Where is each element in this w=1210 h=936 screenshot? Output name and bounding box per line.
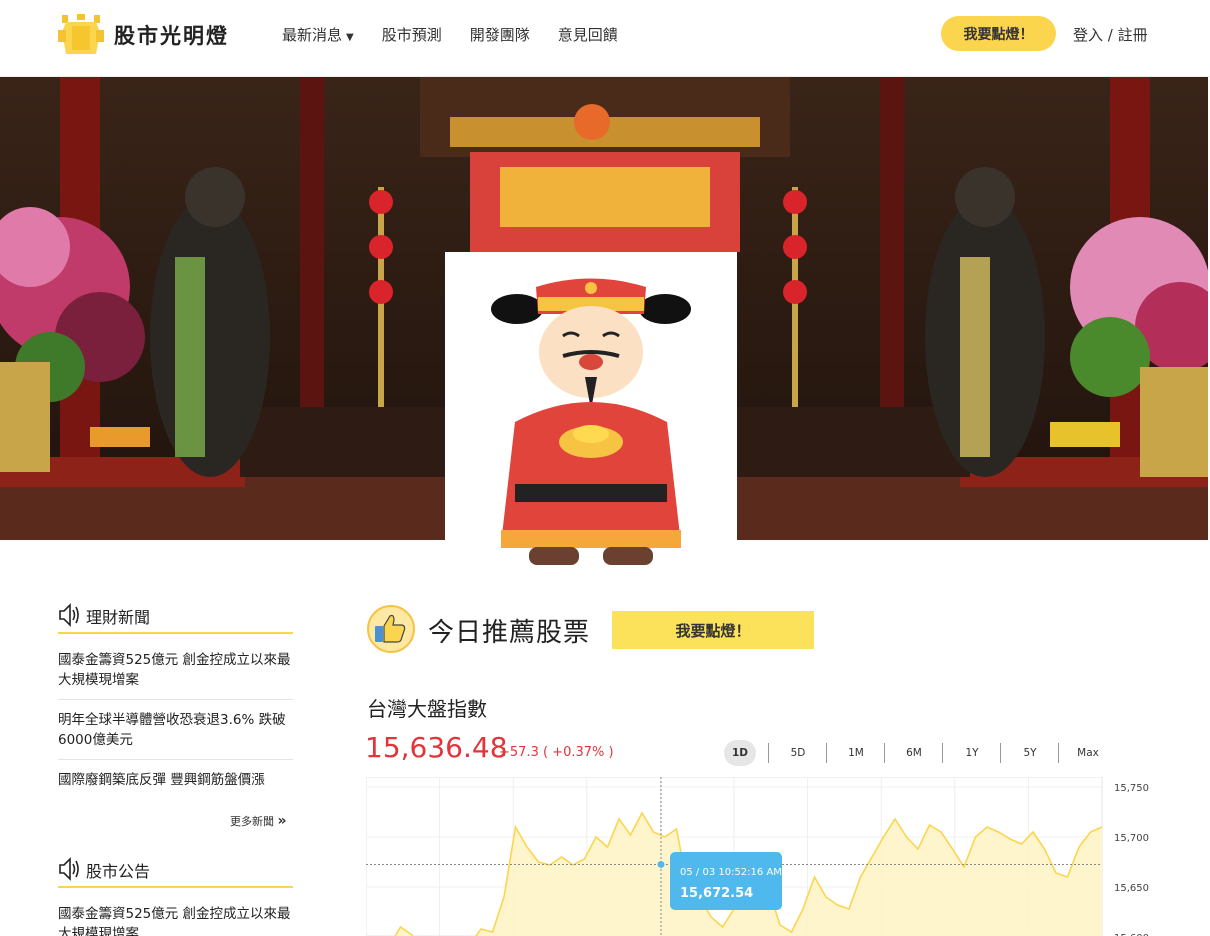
index-change: +57.3 ( +0.37% ) xyxy=(499,745,614,760)
section-title: 股市公告 xyxy=(86,862,151,881)
index-value: 15,636.48 xyxy=(365,731,508,764)
section-title: 理財新聞 xyxy=(86,608,151,627)
divider xyxy=(768,743,769,763)
hover-point xyxy=(657,860,665,868)
y-tick-label: 15,700 xyxy=(1114,833,1149,844)
main-nav: 最新消息 ▼ 股市預測 開發團隊 意見回饋 xyxy=(282,24,618,45)
divider xyxy=(826,743,827,763)
range-1m[interactable]: 1M xyxy=(840,740,872,766)
announcements-header: 股市公告 xyxy=(58,852,293,888)
divider xyxy=(1000,743,1001,763)
thumbs-up-badge-icon xyxy=(367,605,415,653)
range-max[interactable]: Max xyxy=(1072,740,1104,766)
more-news-label: 更多新聞 xyxy=(230,815,274,828)
god-of-wealth-mascot-icon xyxy=(491,278,691,565)
news-item[interactable]: 國際廢鋼築底反彈 豐興鋼筋盤價漲 xyxy=(58,770,293,790)
lantern-logo-icon[interactable] xyxy=(58,12,104,56)
range-1y[interactable]: 1Y xyxy=(956,740,988,766)
top-header: 股市光明燈 最新消息 ▼ 股市預測 開發團隊 意見回饋 我要點燈！ 登入 / 註冊 xyxy=(0,0,1210,77)
nav-item-stock-prediction[interactable]: 股市預測 xyxy=(382,24,442,45)
divider xyxy=(58,759,293,760)
divider xyxy=(58,699,293,700)
caret-down-icon: ▼ xyxy=(346,32,354,43)
range-5d[interactable]: 5D xyxy=(782,740,814,766)
tooltip-value: 15,672.54 xyxy=(680,886,753,901)
range-1d[interactable]: 1D xyxy=(724,740,756,766)
range-6m[interactable]: 6M xyxy=(898,740,930,766)
brand-name[interactable]: 股市光明燈 xyxy=(114,20,229,50)
news-item[interactable]: 國泰金籌資525億元 創金控成立以來最大規模現增案 xyxy=(58,650,293,690)
nav-label: 最新消息 xyxy=(282,26,343,44)
divider xyxy=(942,743,943,763)
y-tick-label: 15,650 xyxy=(1114,883,1149,894)
login-register-link[interactable]: 登入 / 註冊 xyxy=(1073,24,1148,45)
nav-item-dev-team[interactable]: 開發團隊 xyxy=(470,24,530,45)
finance-news-header: 理財新聞 xyxy=(58,598,293,634)
announcement-item[interactable]: 國泰金籌資525億元 創金控成立以來最大規模現增案 xyxy=(58,904,293,936)
double-chevron-right-icon: » xyxy=(277,813,287,829)
divider xyxy=(1058,743,1059,763)
light-lamp-button[interactable]: 我要點燈！ xyxy=(941,16,1056,51)
god-of-wealth-card xyxy=(445,252,737,570)
range-5y[interactable]: 5Y xyxy=(1014,740,1046,766)
nav-item-feedback[interactable]: 意見回饋 xyxy=(558,24,618,45)
tooltip-box xyxy=(670,852,782,910)
tooltip-time: 05 / 03 10:52:16 AM xyxy=(680,867,782,878)
y-tick-label: 15,750 xyxy=(1114,783,1149,794)
speaker-icon xyxy=(59,603,79,627)
time-range-selector: 1D 5D 1M 6M 1Y 5Y Max xyxy=(724,740,1106,766)
recommend-title: 今日推薦股票 xyxy=(428,618,591,648)
index-area-chart[interactable]: 15,75015,70015,65015,60005 / 03 10:52:16… xyxy=(366,777,1156,936)
more-news-link[interactable]: 更多新聞 » xyxy=(230,813,287,829)
light-lamp-button-secondary[interactable]: 我要點燈！ xyxy=(612,611,814,649)
nav-item-latest-news[interactable]: 最新消息 ▼ xyxy=(282,24,354,45)
news-item[interactable]: 明年全球半導體營收恐衰退3.6% 跌破6000億美元 xyxy=(58,710,293,750)
speaker-icon xyxy=(59,857,79,881)
index-name: 台灣大盤指數 xyxy=(367,697,487,721)
divider xyxy=(884,743,885,763)
